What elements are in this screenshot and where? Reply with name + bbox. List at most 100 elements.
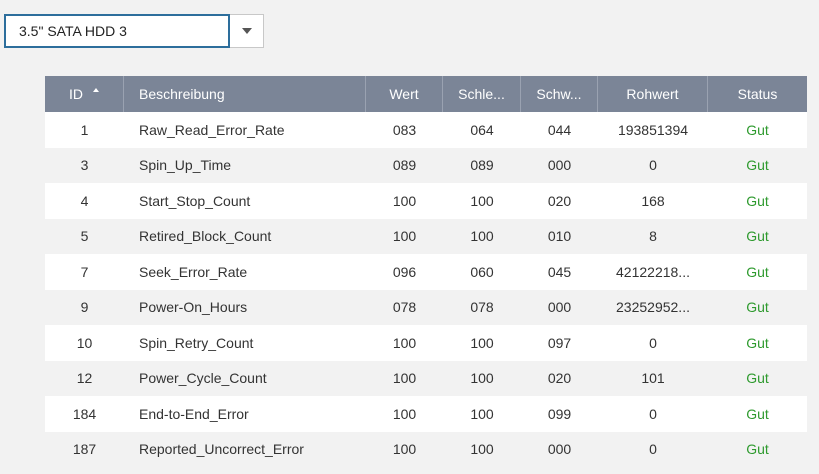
attribute-worst: 078 xyxy=(470,299,494,316)
attribute-threshold: 010 xyxy=(547,228,572,245)
attribute-threshold: 044 xyxy=(547,121,572,138)
attribute-value: 100 xyxy=(392,405,417,422)
attribute-status: Gut xyxy=(746,299,769,316)
column-header-beschreibung[interactable]: Beschreibung xyxy=(124,76,366,112)
column-header-label: Beschreibung xyxy=(139,86,225,102)
attribute-worst: 064 xyxy=(470,121,494,138)
attribute-worst: 060 xyxy=(470,263,494,280)
attribute-raw-value: 42122218... xyxy=(616,263,690,280)
attribute-threshold: 000 xyxy=(547,157,572,174)
attribute-value: 100 xyxy=(392,334,417,351)
column-header-rohwert[interactable]: Rohwert xyxy=(598,76,708,112)
attribute-raw-value: 101 xyxy=(641,370,665,387)
attribute-threshold: 000 xyxy=(547,441,572,458)
table-row[interactable]: 5 Retired_Block_Count 100 100 010 8 Gut xyxy=(45,218,807,254)
column-header-id[interactable]: ID xyxy=(45,76,124,112)
attribute-value: 078 xyxy=(392,299,417,316)
attribute-value: 083 xyxy=(392,121,417,138)
disk-select-value[interactable]: 3.5" SATA HDD 3 xyxy=(4,14,230,48)
attribute-threshold: 097 xyxy=(547,334,572,351)
attribute-worst: 100 xyxy=(470,441,494,458)
attribute-description: Seek_Error_Rate xyxy=(139,263,248,280)
attribute-description: Spin_Retry_Count xyxy=(139,334,254,351)
attribute-raw-value: 193851394 xyxy=(617,121,689,138)
table-row[interactable]: 9 Power-On_Hours 078 078 000 23252952... Gut xyxy=(45,289,807,325)
attribute-id: 1 xyxy=(80,121,89,138)
smart-attributes-table: ID Beschreibung Wert Schle... Schw... Ro… xyxy=(45,76,807,467)
attribute-worst: 089 xyxy=(470,157,494,174)
attribute-worst: 100 xyxy=(470,228,494,245)
disk-select[interactable]: 3.5" SATA HDD 3 xyxy=(4,14,264,48)
table-row[interactable]: 184 End-to-End_Error 100 100 099 0 Gut xyxy=(45,396,807,432)
attribute-value: 089 xyxy=(392,157,417,174)
attribute-status: Gut xyxy=(746,121,769,138)
table-row[interactable]: 187 Reported_Uncorrect_Error 100 100 000 0 Gut xyxy=(45,431,807,467)
attribute-status: Gut xyxy=(746,157,769,174)
attribute-description: Start_Stop_Count xyxy=(139,192,251,209)
attribute-raw-value: 168 xyxy=(641,192,665,209)
attribute-threshold: 020 xyxy=(547,370,572,387)
attribute-worst: 100 xyxy=(470,192,494,209)
attribute-description: Spin_Up_Time xyxy=(139,157,232,174)
column-header-label: Rohwert xyxy=(626,86,679,102)
attribute-value: 096 xyxy=(392,263,417,280)
attribute-threshold: 020 xyxy=(547,192,572,209)
attribute-status: Gut xyxy=(746,441,769,458)
attribute-status: Gut xyxy=(746,405,769,422)
attribute-raw-value: 23252952... xyxy=(616,299,690,316)
table-row[interactable]: 7 Seek_Error_Rate 096 060 045 42122218... Gut xyxy=(45,254,807,290)
attribute-worst: 100 xyxy=(470,370,494,387)
table-row[interactable]: 1 Raw_Read_Error_Rate 083 064 044 193851394 Gu… xyxy=(45,112,807,148)
attribute-threshold: 045 xyxy=(547,263,572,280)
attribute-description: Power_Cycle_Count xyxy=(139,370,267,387)
attribute-id: 12 xyxy=(76,370,93,387)
column-header-label: ID xyxy=(69,86,83,102)
attribute-raw-value: 0 xyxy=(649,441,657,458)
attribute-value: 100 xyxy=(392,441,417,458)
attribute-status: Gut xyxy=(746,228,769,245)
attribute-description: Retired_Block_Count xyxy=(139,228,272,245)
attribute-value: 100 xyxy=(392,192,417,209)
attribute-raw-value: 0 xyxy=(649,405,657,422)
attribute-id: 3 xyxy=(80,157,89,174)
disk-select-toggle[interactable] xyxy=(230,14,264,48)
column-header-schlechtester[interactable]: Schle... xyxy=(443,76,521,112)
column-header-label: Schw... xyxy=(536,86,582,102)
table-header: ID Beschreibung Wert Schle... Schw... Ro… xyxy=(45,76,807,112)
table-row[interactable]: 4 Start_Stop_Count 100 100 020 168 Gut xyxy=(45,183,807,219)
column-header-status[interactable]: Status xyxy=(708,76,807,112)
attribute-raw-value: 8 xyxy=(649,228,657,245)
column-header-label: Schle... xyxy=(458,86,505,102)
attribute-id: 9 xyxy=(80,299,89,316)
attribute-id: 10 xyxy=(76,334,93,351)
column-header-wert[interactable]: Wert xyxy=(366,76,443,112)
attribute-worst: 100 xyxy=(470,334,494,351)
attribute-worst: 100 xyxy=(470,405,494,422)
table-row[interactable]: 3 Spin_Up_Time 089 089 000 0 Gut xyxy=(45,147,807,183)
attribute-id: 187 xyxy=(72,441,97,458)
attribute-id: 184 xyxy=(72,405,97,422)
attribute-description: End-to-End_Error xyxy=(139,405,249,422)
attribute-value: 100 xyxy=(392,370,417,387)
attribute-id: 7 xyxy=(80,263,89,280)
column-header-schwelle[interactable]: Schw... xyxy=(521,76,598,112)
attribute-value: 100 xyxy=(392,228,417,245)
attribute-threshold: 000 xyxy=(547,299,572,316)
attribute-raw-value: 0 xyxy=(649,157,657,174)
attribute-status: Gut xyxy=(746,370,769,387)
attribute-status: Gut xyxy=(746,192,769,209)
attribute-status: Gut xyxy=(746,263,769,280)
attribute-status: Gut xyxy=(746,334,769,351)
table-body: 1 Raw_Read_Error_Rate 083 064 044 193851394 Gu… xyxy=(45,112,807,467)
attribute-threshold: 099 xyxy=(547,405,572,422)
sort-ascending-icon xyxy=(93,88,99,92)
attribute-id: 4 xyxy=(80,192,89,209)
attribute-description: Raw_Read_Error_Rate xyxy=(139,121,285,138)
attribute-id: 5 xyxy=(80,228,89,245)
attribute-description: Reported_Uncorrect_Error xyxy=(139,441,304,458)
table-row[interactable]: 10 Spin_Retry_Count 100 100 097 0 Gut xyxy=(45,325,807,361)
caret-down-icon xyxy=(241,28,252,34)
attribute-description: Power-On_Hours xyxy=(139,299,248,316)
table-row[interactable]: 12 Power_Cycle_Count 100 100 020 101 Gut xyxy=(45,360,807,396)
column-header-label: Wert xyxy=(389,86,419,102)
